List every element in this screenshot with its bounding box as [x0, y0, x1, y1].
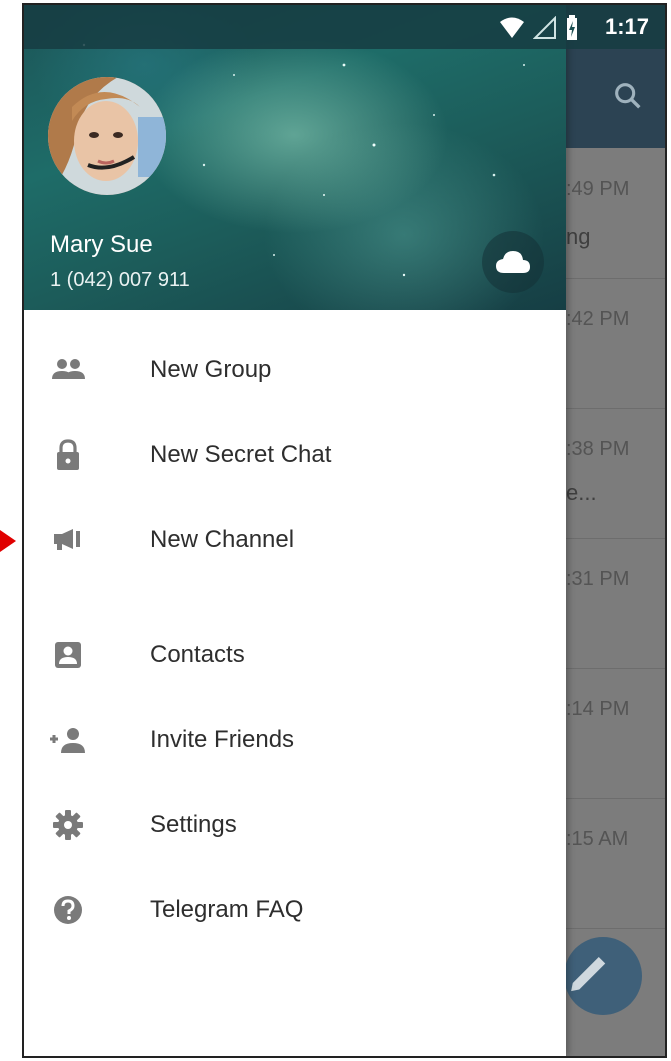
- chat-time: :42 PM: [566, 308, 630, 330]
- chat-time: :38 PM: [566, 438, 630, 460]
- user-phone: 1 (042) 007 911: [50, 269, 190, 291]
- contact-card-icon: [50, 637, 86, 673]
- menu-item-label: Contacts: [150, 640, 245, 668]
- person-add-icon: [50, 722, 86, 758]
- menu-item-new-secret-chat[interactable]: New Secret Chat: [24, 412, 566, 497]
- menu-item-telegram-faq[interactable]: Telegram FAQ: [24, 867, 566, 952]
- menu-item-label: New Secret Chat: [150, 440, 332, 468]
- user-name: Mary Sue: [50, 231, 153, 258]
- navigation-drawer: Mary Sue 1 (042) 007 911 New Group New S…: [24, 5, 566, 1056]
- status-bar: 1:17: [24, 5, 665, 49]
- search-icon[interactable]: [611, 79, 645, 113]
- chat-row[interactable]: :31 PM: [554, 538, 665, 669]
- status-time: 1:17: [604, 14, 649, 39]
- menu-item-label: New Group: [150, 355, 272, 383]
- chat-row[interactable]: :49 PM ng: [554, 148, 665, 279]
- menu-item-label: Telegram FAQ: [150, 895, 304, 923]
- chat-snippet: e...: [566, 480, 597, 505]
- chat-snippet: ng: [566, 224, 591, 249]
- drawer-header: Mary Sue 1 (042) 007 911: [24, 5, 566, 310]
- chat-row[interactable]: :15 AM: [554, 798, 665, 929]
- chat-row[interactable]: :14 PM: [554, 668, 665, 799]
- cloud-icon: [496, 251, 530, 273]
- menu-item-label: Invite Friends: [150, 725, 295, 753]
- group-icon: [50, 352, 86, 388]
- menu-item-label: New Channel: [150, 525, 295, 553]
- avatar-photo: [48, 77, 166, 195]
- wifi-icon: [500, 17, 524, 38]
- menu-item-label: Settings: [150, 810, 237, 838]
- menu-item-contacts[interactable]: Contacts: [24, 612, 566, 697]
- megaphone-icon: [50, 522, 86, 558]
- lock-icon: [50, 437, 86, 473]
- menu-item-settings[interactable]: Settings: [24, 782, 566, 867]
- chat-time: :15 AM: [566, 828, 629, 850]
- chat-time: :14 PM: [566, 698, 630, 720]
- phone-screen: :49 PM ng :42 PM :38 PM e... :31 PM :14 …: [22, 3, 667, 1058]
- signal-icon: [533, 16, 556, 39]
- gear-icon: [50, 807, 86, 843]
- menu-item-invite-friends[interactable]: Invite Friends: [24, 697, 566, 782]
- chat-time: :49 PM: [566, 178, 630, 200]
- saved-messages-button[interactable]: [482, 231, 544, 293]
- drawer-menu: New Group New Secret Chat New Channel Co…: [24, 327, 566, 952]
- menu-item-new-group[interactable]: New Group: [24, 327, 566, 412]
- battery-icon: [567, 15, 577, 40]
- chat-row[interactable]: :38 PM e...: [554, 408, 665, 539]
- chat-time: :31 PM: [566, 568, 630, 590]
- help-icon: [50, 892, 86, 928]
- compose-fab[interactable]: [564, 937, 642, 1015]
- profile-avatar[interactable]: [48, 77, 166, 195]
- pointer-arrow: [0, 530, 16, 552]
- menu-item-new-channel[interactable]: New Channel: [24, 497, 566, 582]
- chat-row[interactable]: :42 PM: [554, 278, 665, 409]
